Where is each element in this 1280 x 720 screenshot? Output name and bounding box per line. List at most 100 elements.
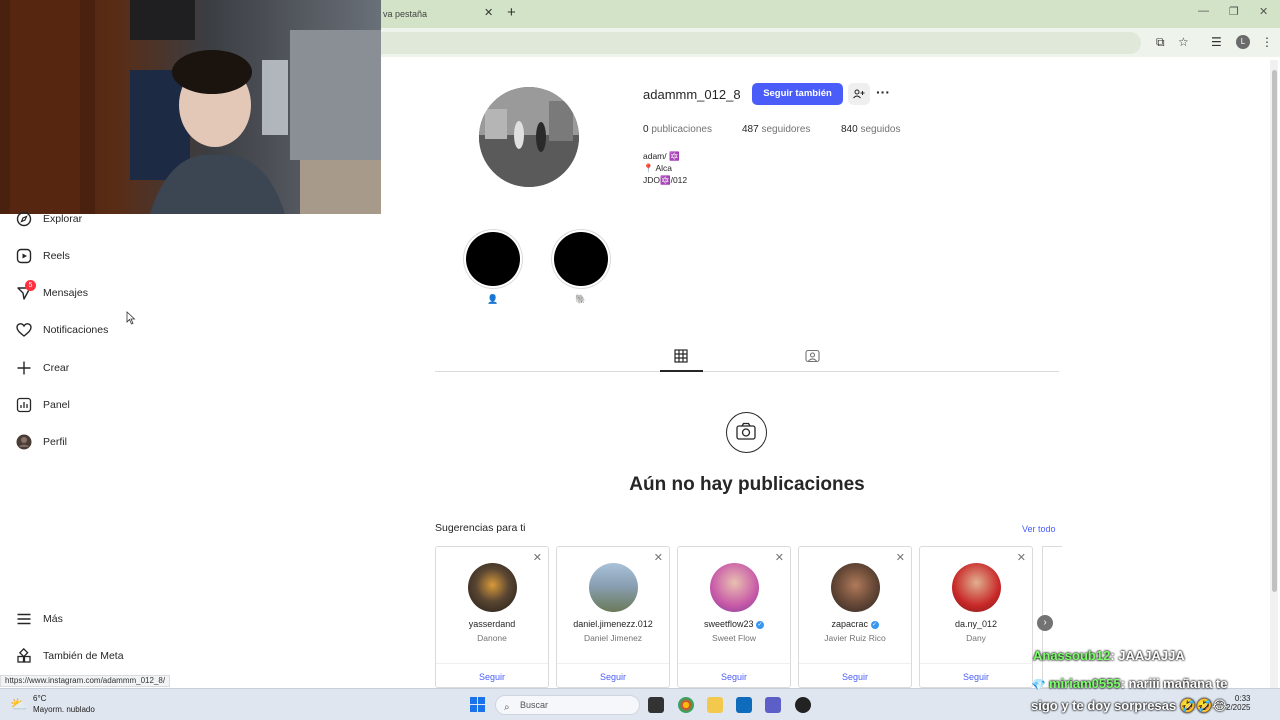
tab-title: va pestaña — [383, 9, 428, 19]
sidebar-item-label: Reels — [43, 250, 70, 262]
dismiss-icon[interactable]: ✕ — [654, 551, 663, 564]
follow-button[interactable]: Seguir — [920, 663, 1032, 687]
camera-empty-state[interactable] — [726, 412, 767, 453]
reading-list-icon[interactable]: ☰ — [1211, 35, 1222, 49]
chat-message: miriam0555: nariii mañana te — [1049, 676, 1227, 691]
sidebar-item-panel[interactable]: Panel — [16, 393, 70, 417]
clock-time: 0:33 — [1234, 694, 1251, 703]
suggestion-username-text: daniel.jimenezz.012 — [573, 619, 653, 629]
more-options-icon[interactable]: ··· — [876, 84, 890, 100]
suggestion-card[interactable]: ✕ yasserdand Danone Seguir — [435, 546, 549, 688]
follow-button[interactable]: Seguir — [678, 663, 790, 687]
dismiss-icon[interactable]: ✕ — [533, 551, 542, 564]
suggestion-name: Dany — [966, 633, 986, 643]
minimize-icon[interactable]: — — [1198, 5, 1209, 17]
tab-close-icon[interactable]: ✕ — [484, 6, 493, 19]
suggestion-card[interactable]: ✕ da.ny_012 Dany Seguir — [919, 546, 1033, 688]
suggestion-avatar — [831, 563, 880, 612]
mouse-cursor-icon — [126, 311, 136, 325]
profile-avatar[interactable] — [479, 87, 579, 187]
sidebar-item-perfil[interactable]: Perfil — [16, 430, 67, 454]
suggested-users-button[interactable] — [848, 83, 870, 105]
sidebar-item-mensajes[interactable]: 5 Mensajes — [16, 280, 88, 305]
see-all-link[interactable]: Ver todo — [1022, 524, 1056, 534]
sidebar-item-explorar[interactable]: Explorar — [16, 207, 82, 231]
clock[interactable]: 0:33 2/2025 — [1226, 694, 1250, 712]
chevron-right-icon[interactable]: › — [1037, 615, 1053, 631]
suggestion-name: Danone — [477, 633, 507, 643]
suggestion-username-text: zapacrac — [831, 619, 868, 629]
browser-profile-avatar[interactable]: L — [1236, 35, 1250, 49]
chat-text: : nariii mañana te — [1120, 676, 1228, 691]
follow-button[interactable]: Seguir — [799, 663, 911, 687]
window-close-icon[interactable]: ✕ — [1259, 5, 1268, 18]
bio-line: 📍 Alca — [643, 163, 673, 173]
chat-username: Anassoub12 — [1033, 648, 1111, 663]
browser-tab[interactable]: va pestaña ✕ — [381, 0, 499, 28]
verified-badge-icon: ✓ — [756, 620, 765, 629]
sidebar-item-label: Explorar — [43, 213, 83, 225]
dismiss-icon[interactable]: ✕ — [775, 551, 784, 564]
sidebar-item-notificaciones[interactable]: Notificaciones — [16, 318, 108, 342]
file-explorer-icon[interactable] — [707, 697, 723, 713]
bookmark-star-icon[interactable]: ☆ — [1178, 35, 1189, 49]
suggestion-name: Javier Ruiz Rico — [824, 633, 886, 643]
sidebar-item-reels[interactable]: Reels — [16, 244, 70, 268]
story-highlight[interactable] — [554, 232, 608, 286]
posts-label: publicaciones — [651, 124, 712, 135]
suggestion-username-text: sweetflow23 — [703, 619, 754, 629]
address-bar[interactable] — [381, 32, 1141, 54]
webcam-feed-image — [0, 0, 381, 214]
windows-start-icon[interactable] — [470, 697, 485, 712]
scrollbar-thumb[interactable] — [1272, 70, 1277, 592]
active-tab-indicator — [660, 370, 703, 372]
sidebar-item-meta[interactable]: También de Meta — [16, 644, 124, 668]
dismiss-icon[interactable]: ✕ — [1017, 551, 1026, 564]
sidebar-item-crear[interactable]: Crear — [16, 356, 69, 380]
outlook-icon[interactable] — [736, 697, 752, 713]
follow-button[interactable]: Seguir — [436, 663, 548, 687]
dismiss-icon[interactable]: ✕ — [896, 551, 905, 564]
maximize-icon[interactable]: ❐ — [1229, 5, 1239, 18]
following-label: seguidos — [860, 124, 901, 135]
task-view-icon[interactable] — [648, 697, 664, 713]
suggestion-name: Daniel Jimenez — [583, 633, 643, 643]
tagged-icon[interactable] — [805, 349, 820, 363]
chat-message: sigo y te doy sorpresas 🤣🤣😂 — [1031, 698, 1227, 714]
diamond-icon: 💎 — [1031, 678, 1046, 692]
suggestion-card[interactable]: ✕ sweetflow23 ✓ Sweet Flow Seguir — [677, 546, 791, 688]
sidebar-item-mas[interactable]: Más — [16, 607, 63, 631]
browser-tab-bar: va pestaña ✕ + — ❐ ✕ — [381, 0, 1280, 28]
suggestion-avatar — [952, 563, 1001, 612]
posts-stat[interactable]: 0 publicaciones — [643, 124, 712, 135]
add-user-icon — [853, 89, 865, 99]
sidebar-item-label: Perfil — [43, 436, 67, 448]
suggestion-card[interactable]: ✕ daniel.jimenezz.012 Daniel Jimenez Seg… — [556, 546, 670, 688]
compass-icon — [16, 211, 32, 227]
sidebar-item-label: También de Meta — [43, 650, 124, 662]
highlight-label: 👤 — [487, 294, 499, 304]
new-tab-button[interactable]: + — [507, 4, 516, 21]
story-highlight[interactable] — [466, 232, 520, 286]
weather-desc: Mayorm. nublado — [33, 705, 95, 714]
posts-grid-icon[interactable] — [674, 349, 688, 363]
suggestion-username-text: yasserdand — [468, 619, 516, 629]
suggestion-username: daniel.jimenezz.012 — [557, 619, 669, 629]
followers-stat[interactable]: 487 seguidores — [742, 124, 810, 135]
following-stat[interactable]: 840 seguidos — [841, 124, 901, 135]
chat-text: sigo y te doy sorpresas 🤣🤣😂 — [1031, 698, 1228, 713]
search-icon: ⌕ — [504, 702, 510, 713]
tabs-divider — [435, 371, 1059, 372]
taskbar-search-input[interactable]: ⌕ Buscar — [495, 695, 640, 715]
chrome-icon[interactable] — [678, 697, 694, 713]
follow-back-button[interactable]: Seguir también — [752, 83, 843, 105]
suggestion-card[interactable]: ✕ zapacrac ✓ Javier Ruiz Rico Seguir — [798, 546, 912, 688]
hamburger-icon — [16, 611, 32, 627]
empty-state-title: Aún no hay publicaciones — [629, 474, 865, 495]
teams-icon[interactable] — [765, 697, 781, 713]
app-icon[interactable] — [795, 697, 811, 713]
suggestions-title: Sugerencias para ti — [435, 522, 526, 534]
install-icon[interactable]: ⧉ — [1156, 35, 1165, 50]
follow-button[interactable]: Seguir — [557, 663, 669, 687]
kebab-menu-icon[interactable]: ⋮ — [1261, 35, 1273, 49]
